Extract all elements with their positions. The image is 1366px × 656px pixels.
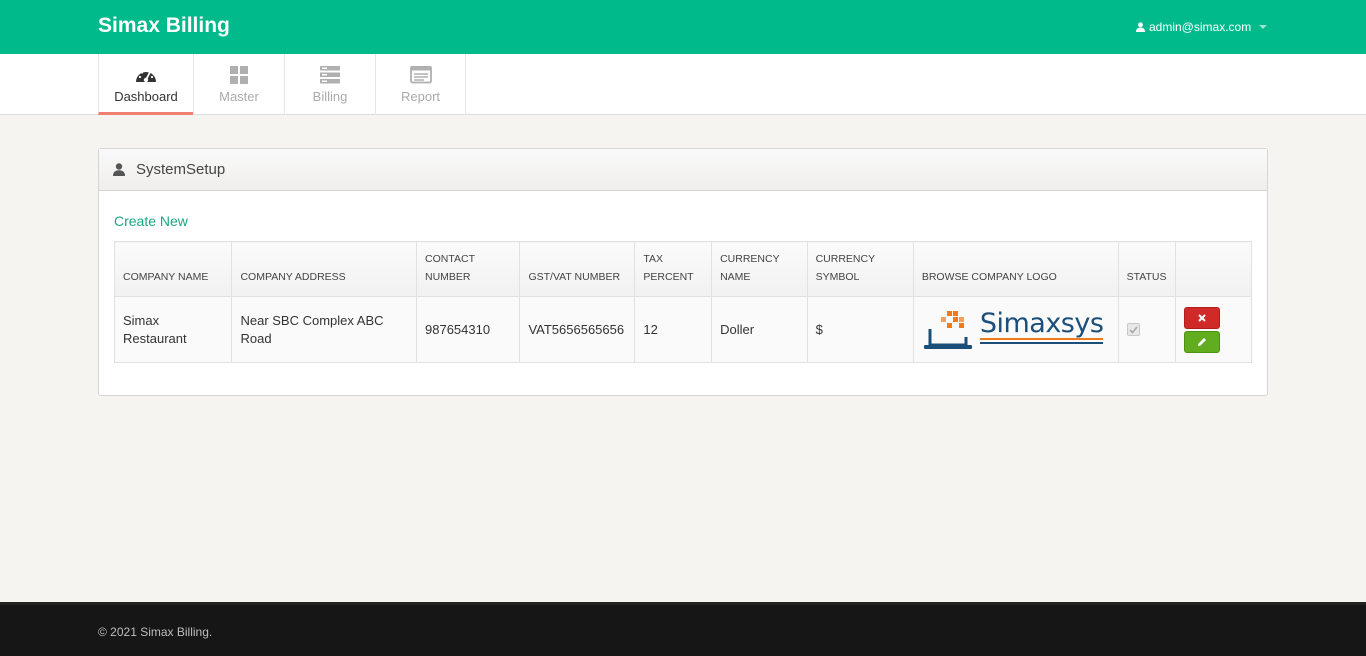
system-setup-table: COMPANY NAME COMPANY ADDRESS CONTACT NUM…	[113, 241, 1253, 363]
laptop-icon	[923, 310, 972, 349]
logo-underline-2	[979, 342, 1104, 344]
list-icon	[320, 66, 340, 84]
grid-icon	[230, 66, 248, 84]
col-actions	[1174, 241, 1253, 297]
col-gst-vat-number: GST/VAT NUMBER	[519, 241, 636, 297]
delete-button[interactable]	[1183, 306, 1220, 329]
app-title[interactable]: Simax Billing	[98, 14, 230, 38]
cell-company-name: Simax Restaurant	[113, 296, 233, 363]
user-icon	[1136, 22, 1145, 32]
tab-report[interactable]: Report	[375, 54, 466, 115]
tab-master[interactable]: Master	[193, 54, 284, 115]
main-nav: Dashboard Master Billing Report	[0, 54, 1366, 115]
col-currency-symbol: CURRENCY SYMBOL	[806, 241, 914, 297]
cell-actions	[1174, 296, 1253, 363]
chevron-down-icon	[1259, 25, 1268, 29]
cell-currency-name: Doller	[711, 296, 808, 363]
cell-tax-percent: 12	[634, 296, 713, 363]
table-header-row: COMPANY NAME COMPANY ADDRESS CONTACT NUM…	[113, 241, 1253, 297]
col-tax-percent: TAX PERCENT	[634, 241, 713, 297]
user-menu[interactable]: admin@simax.com	[1136, 20, 1268, 34]
col-company-address: COMPANY ADDRESS	[231, 241, 418, 297]
cell-status	[1117, 296, 1176, 363]
user-email: admin@simax.com	[1149, 20, 1252, 34]
dashboard-icon	[136, 69, 156, 83]
user-icon	[113, 163, 125, 176]
close-icon	[1197, 313, 1206, 322]
checkmark-icon	[1129, 325, 1138, 334]
tab-dashboard[interactable]: Dashboard	[98, 54, 193, 115]
tab-label: Dashboard	[114, 89, 178, 104]
company-logo: Simaxsys	[922, 309, 1110, 351]
create-new-link[interactable]: Create New	[114, 213, 188, 229]
logo-text: Simaxsys	[979, 308, 1104, 339]
col-company-name: COMPANY NAME	[113, 241, 233, 297]
panel-title: SystemSetup	[136, 161, 226, 178]
cell-currency-symbol: $	[806, 296, 914, 363]
report-icon	[409, 66, 432, 84]
copyright-text: © 2021 Simax Billing.	[98, 625, 213, 639]
pencil-icon	[1197, 337, 1206, 346]
table-row: Simax Restaurant Near SBC Complex ABC Ro…	[113, 296, 1253, 363]
tab-label: Report	[400, 89, 441, 104]
tab-billing[interactable]: Billing	[284, 54, 375, 115]
col-status: STATUS	[1117, 241, 1176, 297]
system-setup-panel: SystemSetup Create New COMPANY NAME COMP…	[98, 148, 1268, 396]
edit-button[interactable]	[1183, 330, 1220, 353]
top-bar: Simax Billing admin@simax.com	[0, 0, 1366, 54]
status-checkbox[interactable]	[1126, 323, 1140, 336]
panel-header: SystemSetup	[99, 149, 1267, 191]
col-currency-name: CURRENCY NAME	[711, 241, 808, 297]
cell-contact-number: 987654310	[416, 296, 521, 363]
cell-company-logo: Simaxsys	[912, 296, 1119, 363]
tab-label: Billing	[312, 89, 348, 104]
cell-gst-vat-number: VAT5656565656	[519, 296, 636, 363]
cell-company-address: Near SBC Complex ABC Road	[231, 296, 418, 363]
col-company-logo: BROWSE COMPANY LOGO	[912, 241, 1119, 297]
footer: © 2021 Simax Billing.	[0, 602, 1366, 656]
tab-label: Master	[219, 89, 259, 104]
col-contact-number: CONTACT NUMBER	[416, 241, 521, 297]
